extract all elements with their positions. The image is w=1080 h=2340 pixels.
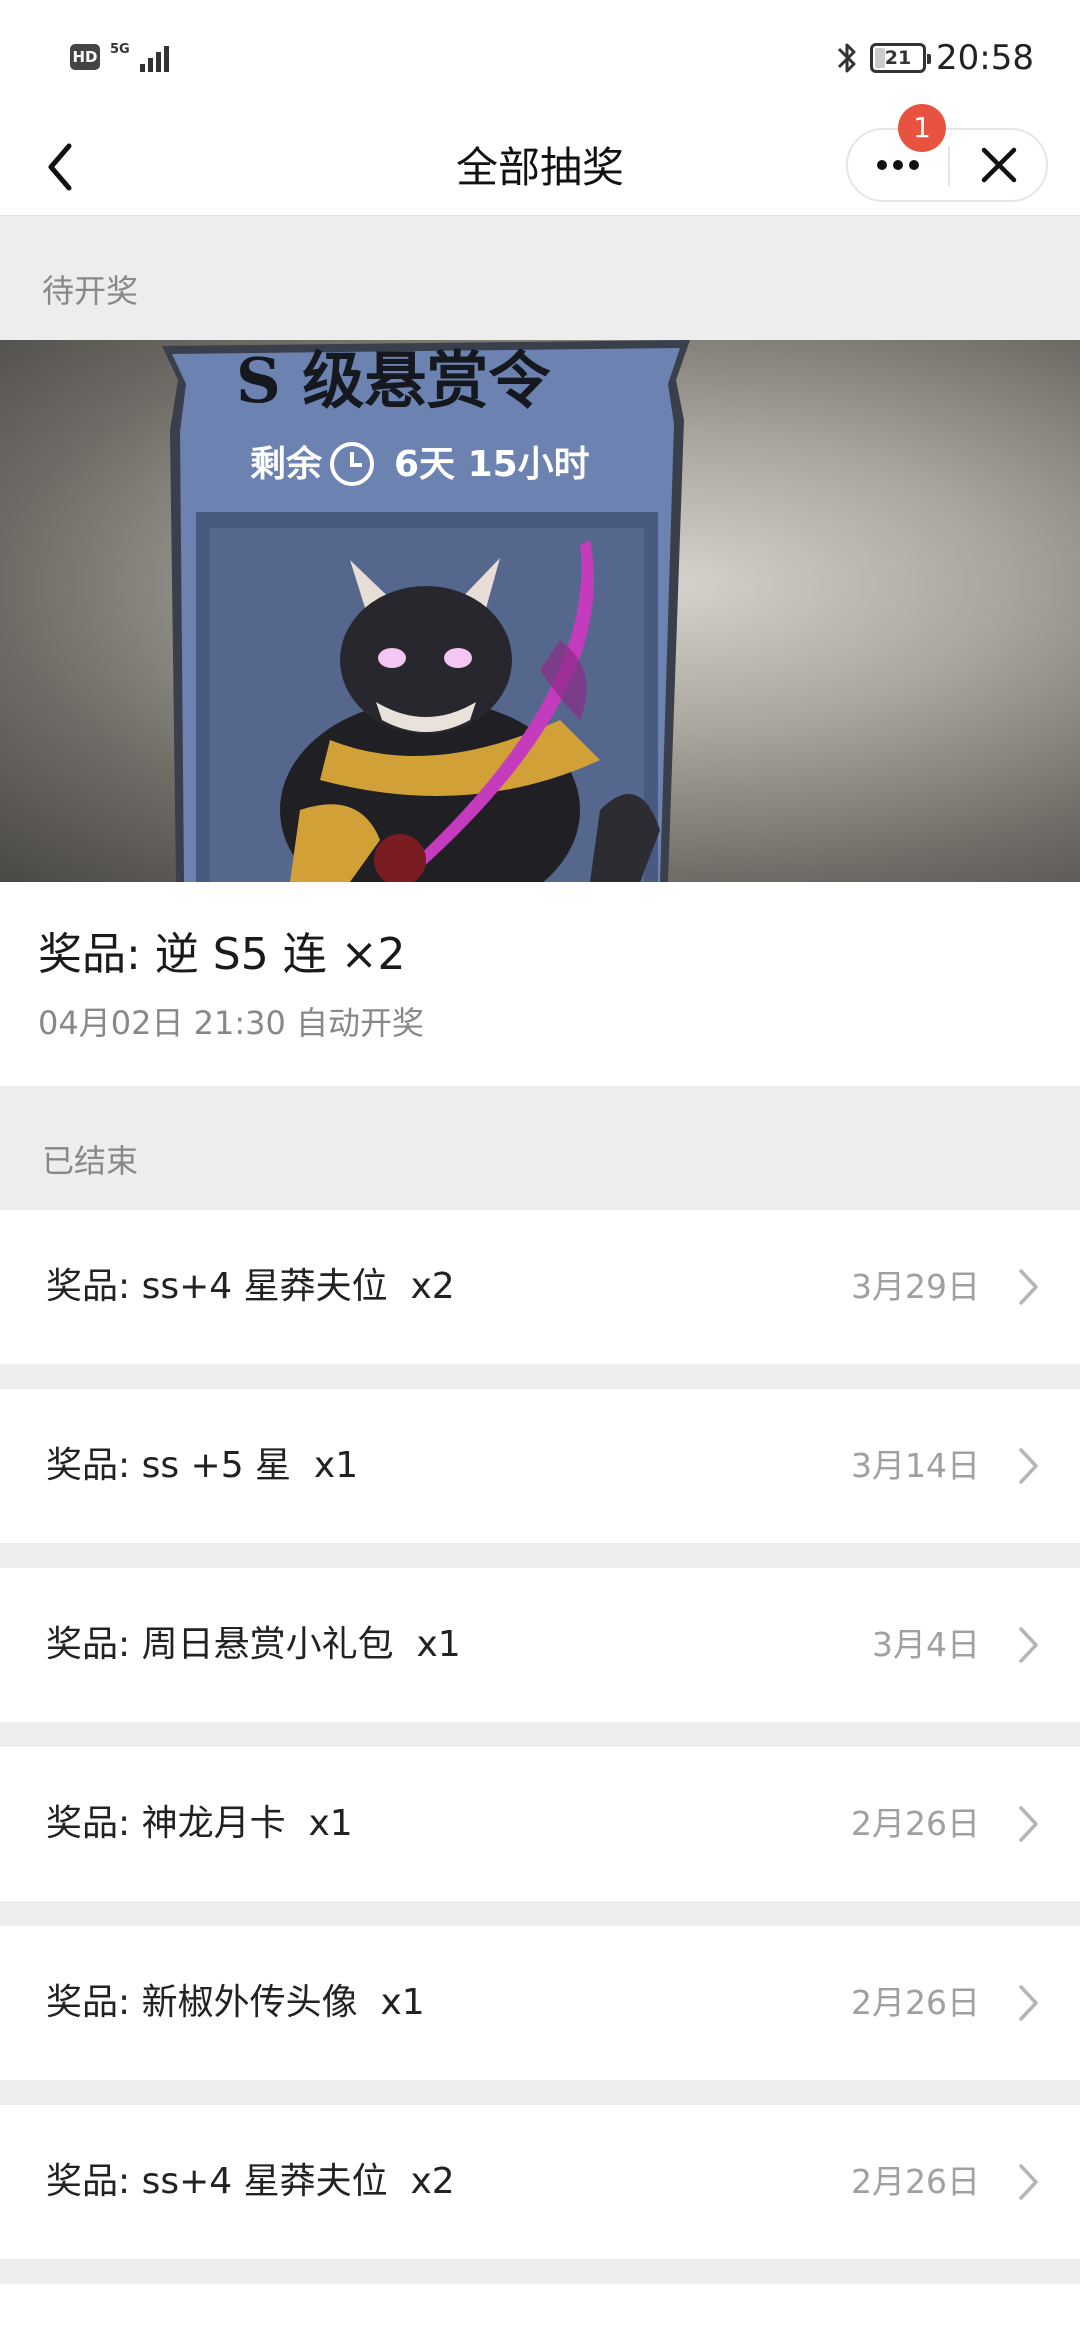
bounty-poster-image: S 级悬赏令 剩余 6天 15小时: [162, 340, 690, 882]
list-item-date: 3月29日: [851, 1267, 980, 1306]
mini-program-capsule: [846, 128, 1048, 202]
list-item-label: 奖品: 神龙月卡 x1: [46, 1803, 353, 1844]
list-item[interactable]: 奖品: ss+4 星莽夫位 x2 2月26日: [0, 2105, 1080, 2259]
pending-draw-time: 04月02日 21:30 自动开奖: [38, 1004, 425, 1042]
list-item[interactable]: 奖品: ss+4 星莽夫位 x2 3月29日: [0, 1210, 1080, 1364]
signal-strength-icon: [139, 42, 169, 72]
chevron-right-icon: [1019, 1627, 1038, 1663]
back-button[interactable]: [30, 132, 90, 202]
list-item[interactable]: 奖品: 周日悬赏小礼包 x1 3月4日: [0, 1568, 1080, 1722]
list-item-label: 奖品: ss+4 星莽夫位 x2: [46, 1266, 455, 1307]
chevron-right-icon: [1019, 1269, 1038, 1305]
list-item-date: 3月4日: [872, 1625, 980, 1664]
section-header-pending: 待开奖: [42, 272, 139, 310]
status-right: 21 20:58: [834, 38, 1034, 78]
poster-remaining-label: 剩余: [250, 443, 323, 485]
chevron-right-icon: [1019, 1448, 1038, 1484]
status-bar: HD 5G 21 20:58: [0, 0, 1080, 120]
section-header-ended: 已结束: [42, 1142, 139, 1180]
list-item-label: 奖品: ss +5 星 x1: [46, 1445, 359, 1486]
network-type: 5G: [110, 41, 130, 57]
status-time: 20:58: [936, 38, 1034, 78]
chevron-right-icon: [1019, 1985, 1038, 2021]
chevron-right-icon: [1019, 1806, 1038, 1842]
bluetooth-icon: [837, 43, 856, 73]
chevron-left-icon: [48, 143, 72, 191]
battery-icon: 21: [870, 43, 932, 73]
list-item-date: 2月26日: [851, 2162, 980, 2201]
list-item-label: 奖品: ss+4 星莽夫位 x2: [46, 2161, 455, 2202]
battery-level: 21: [884, 47, 912, 69]
hd-indicator: HD: [70, 44, 100, 70]
pending-prize-card[interactable]: 奖品: 逆 S5 连 ×2 04月02日 21:30 自动开奖: [0, 882, 1080, 1086]
poster-remaining-time: 6天 15小时: [394, 444, 590, 485]
list-item-date: 2月26日: [851, 1804, 980, 1843]
status-left: HD 5G: [70, 42, 169, 72]
list-item-label: 奖品: 新椒外传头像 x1: [46, 1982, 425, 2023]
notification-badge: 1: [898, 104, 946, 152]
list-item-label: 奖品: 周日悬赏小礼包 x1: [46, 1624, 461, 1665]
list-item[interactable]: 奖品: ss +5 星 x1 3月14日: [0, 1389, 1080, 1543]
list-item-date: 2月26日: [851, 1983, 980, 2022]
list-item-partial[interactable]: [0, 2284, 1080, 2340]
pending-prize-title: 奖品: 逆 S5 连 ×2: [38, 929, 406, 980]
list-item[interactable]: 奖品: 新椒外传头像 x1 2月26日: [0, 1926, 1080, 2080]
list-item[interactable]: 奖品: 神龙月卡 x1 2月26日: [0, 1747, 1080, 1901]
list-item-date: 3月14日: [851, 1446, 980, 1485]
close-icon: [981, 147, 1017, 183]
pending-prize-banner[interactable]: S 级悬赏令 剩余 6天 15小时: [0, 340, 1080, 882]
chevron-right-icon: [1019, 2164, 1038, 2200]
more-dots-icon: [877, 160, 887, 170]
close-button[interactable]: [950, 130, 1048, 200]
poster-title: S 级悬赏令: [236, 344, 551, 417]
